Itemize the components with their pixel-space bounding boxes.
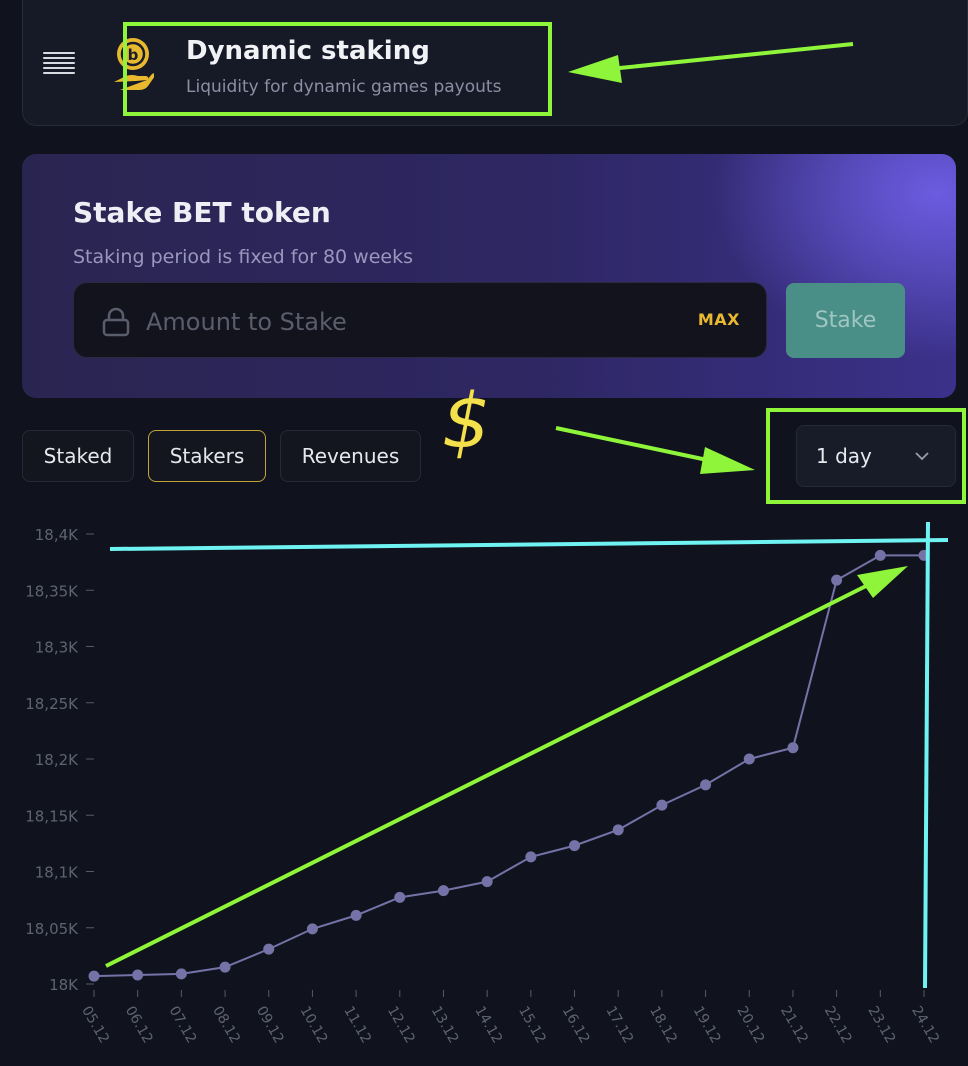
- data-point: [88, 970, 100, 982]
- x-tick-label: 16.12: [559, 1003, 593, 1046]
- x-tick-label: 24.12: [908, 1003, 942, 1046]
- data-point: [656, 799, 668, 811]
- data-point: [306, 923, 318, 935]
- lock-icon: [102, 307, 130, 337]
- x-tick-label: 17.12: [602, 1003, 636, 1046]
- data-point: [569, 840, 581, 852]
- x-tick-label: 09.12: [253, 1003, 287, 1046]
- data-point: [350, 909, 362, 921]
- x-tick-label: 11.12: [340, 1003, 374, 1046]
- y-tick-label: 18,25K: [25, 695, 79, 713]
- y-tick-label: 18,35K: [25, 582, 79, 600]
- stake-title: Stake BET token: [73, 196, 331, 229]
- amount-field: MAX: [73, 282, 767, 358]
- x-tick-label: 19.12: [690, 1003, 724, 1046]
- data-point: [831, 574, 843, 586]
- page-title: Dynamic staking: [186, 36, 430, 66]
- data-point: [263, 943, 275, 955]
- max-button[interactable]: MAX: [698, 310, 740, 329]
- x-tick-label: 05.12: [78, 1003, 112, 1046]
- x-tick-label: 08.12: [209, 1003, 243, 1046]
- page-header: [22, 0, 968, 126]
- tab-stakers[interactable]: Stakers: [148, 430, 266, 482]
- page-subtitle: Liquidity for dynamic games payouts: [186, 77, 502, 97]
- x-tick-label: 07.12: [166, 1003, 200, 1046]
- period-select[interactable]: 1 day: [796, 425, 956, 487]
- data-point: [787, 742, 799, 754]
- x-tick-label: 10.12: [297, 1003, 331, 1046]
- y-tick-label: 18,4K: [35, 526, 79, 544]
- stake-button[interactable]: Stake: [786, 283, 905, 358]
- x-tick-label: 22.12: [821, 1003, 855, 1046]
- data-point: [918, 549, 930, 561]
- x-tick-label: 23.12: [864, 1003, 898, 1046]
- x-tick-label: 06.12: [122, 1003, 156, 1046]
- stakers-line-chart: 18K 18,05K 18,1K 18,15K 18,2K 18,25K 18,3K 18,3…: [25, 526, 942, 1046]
- tab-staked[interactable]: Staked: [22, 430, 134, 482]
- y-tick-label: 18,1K: [35, 864, 79, 882]
- data-point: [874, 549, 886, 561]
- stake-subtitle: Staking period is fixed for 80 weeks: [73, 246, 413, 268]
- data-point: [394, 891, 406, 903]
- y-tick-label: 18,2K: [35, 751, 79, 769]
- chevron-down-icon: [915, 452, 929, 461]
- x-tick-label: 15.12: [515, 1003, 549, 1046]
- data-point: [219, 961, 231, 973]
- x-tick-label: 21.12: [777, 1003, 811, 1046]
- period-selected-value: 1 day: [816, 444, 872, 468]
- annotation-arrowhead: [700, 447, 755, 474]
- x-tick-label: 13.12: [428, 1003, 462, 1046]
- tab-revenues[interactable]: Revenues: [280, 430, 421, 482]
- data-point: [525, 851, 537, 863]
- svg-text:b: b: [128, 46, 139, 64]
- data-point: [700, 779, 712, 791]
- x-tick-label: 18.12: [646, 1003, 680, 1046]
- series-line: [93, 554, 924, 978]
- data-point: [481, 876, 493, 888]
- data-point: [612, 824, 624, 836]
- data-point: [175, 968, 187, 980]
- y-tick-label: 18,15K: [25, 807, 79, 825]
- data-point: [743, 753, 755, 765]
- x-tick-label: 14.12: [471, 1003, 505, 1046]
- data-point: [437, 885, 449, 897]
- y-tick-label: 18,3K: [35, 639, 79, 657]
- hamburger-menu-icon[interactable]: [43, 52, 75, 76]
- x-tick-label: 12.12: [384, 1003, 418, 1046]
- amount-input[interactable]: [144, 301, 668, 343]
- data-point: [132, 969, 144, 981]
- y-tick-label: 18,05K: [25, 920, 79, 938]
- x-tick-label: 20.12: [733, 1003, 767, 1046]
- coin-hand-icon: b: [114, 38, 154, 90]
- annotation-arrow-line: [555, 426, 713, 463]
- stake-card: Stake BET token Staking period is fixed …: [22, 154, 956, 398]
- y-tick-label: 18K: [49, 976, 79, 994]
